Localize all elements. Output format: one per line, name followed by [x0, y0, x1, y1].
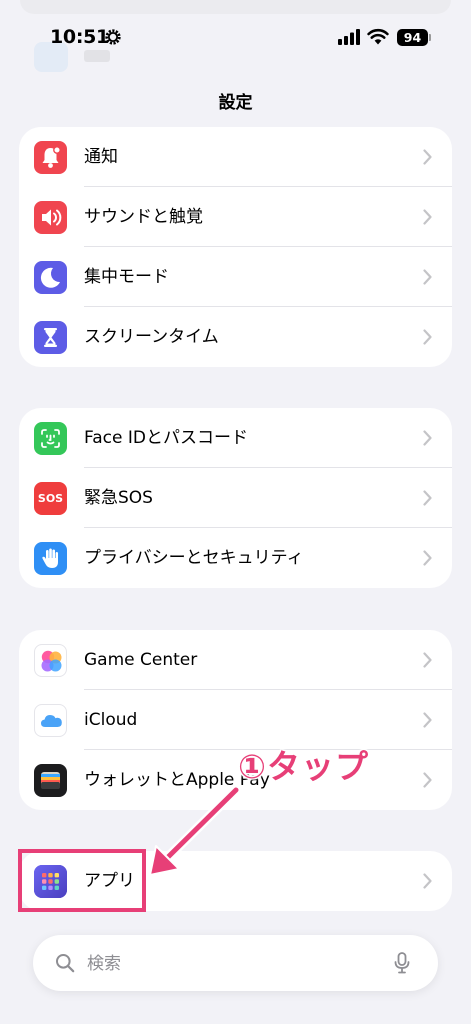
search-icon	[56, 954, 75, 973]
settings-row-icloud[interactable]: iCloud	[19, 690, 452, 750]
settings-group-services: Game Center iCloud ウォレットとApple Pay	[19, 630, 452, 810]
status-bar: 10:51 94	[0, 0, 471, 80]
settings-row-label: プライバシーとセキュリティ	[84, 548, 304, 568]
settings-row-label: サウンドと触覚	[84, 207, 203, 227]
search-bar[interactable]	[33, 935, 438, 991]
sos-icon-text: SOS	[37, 492, 64, 505]
settings-row-face-id-passcode[interactable]: Face IDとパスコード	[19, 408, 452, 468]
settings-row-notifications[interactable]: 通知	[19, 127, 452, 187]
cellular-signal-icon	[338, 29, 360, 45]
settings-row-game-center[interactable]: Game Center	[19, 630, 452, 690]
settings-row-label: iCloud	[84, 710, 138, 730]
battery-level: 94	[403, 30, 422, 45]
settings-row-emergency-sos[interactable]: SOS 緊急SOS	[19, 468, 452, 528]
moon-icon	[34, 261, 67, 294]
page-title: 設定	[218, 93, 253, 113]
status-time: 10:51	[50, 26, 109, 48]
wallet-icon	[34, 764, 67, 797]
annotation-tap-label: ①タップ	[238, 747, 369, 786]
microphone-icon[interactable]	[394, 952, 410, 974]
cloud-icon	[34, 704, 67, 737]
chevron-right-icon	[423, 149, 432, 165]
settings-row-label: 集中モード	[84, 267, 169, 287]
settings-group-notifications: 通知 サウンドと触覚 集中モード スクリーンタイム	[19, 127, 452, 367]
chevron-right-icon	[423, 490, 432, 506]
game-center-icon	[34, 644, 67, 677]
chevron-right-icon	[423, 329, 432, 345]
hourglass-icon	[34, 321, 67, 354]
chevron-right-icon	[423, 550, 432, 566]
settings-row-screen-time[interactable]: スクリーンタイム	[19, 307, 452, 367]
bell-icon	[34, 141, 67, 174]
settings-group-security: Face IDとパスコード SOS 緊急SOS プライバシーとセキュリティ	[19, 408, 452, 588]
search-input[interactable]	[85, 949, 389, 979]
settings-row-label: Face IDとパスコード	[84, 428, 248, 448]
settings-row-privacy-security[interactable]: プライバシーとセキュリティ	[19, 528, 452, 588]
settings-row-label: スクリーンタイム	[84, 327, 219, 347]
settings-row-focus[interactable]: 集中モード	[19, 247, 452, 307]
background-ghost-label	[84, 50, 110, 62]
chevron-right-icon	[423, 209, 432, 225]
chevron-right-icon	[423, 652, 432, 668]
hand-icon	[34, 542, 67, 575]
chevron-right-icon	[423, 873, 432, 889]
chevron-right-icon	[423, 269, 432, 285]
annotation-highlight-box	[18, 849, 146, 912]
speaker-icon	[34, 201, 67, 234]
settings-row-wallet-apple-pay[interactable]: ウォレットとApple Pay	[19, 750, 452, 810]
settings-row-label: 緊急SOS	[84, 488, 153, 508]
settings-row-label: 通知	[84, 147, 118, 167]
faceid-icon	[34, 422, 67, 455]
settings-row-label: Game Center	[84, 650, 198, 670]
chevron-right-icon	[423, 772, 432, 788]
chevron-right-icon	[423, 712, 432, 728]
sos-icon: SOS	[34, 482, 67, 515]
chevron-right-icon	[423, 430, 432, 446]
wifi-icon	[367, 28, 389, 45]
battery-indicator: 94	[397, 29, 431, 46]
gear-icon	[105, 29, 121, 45]
background-ghost-row	[20, 0, 451, 14]
settings-row-sounds-haptics[interactable]: サウンドと触覚	[19, 187, 452, 247]
